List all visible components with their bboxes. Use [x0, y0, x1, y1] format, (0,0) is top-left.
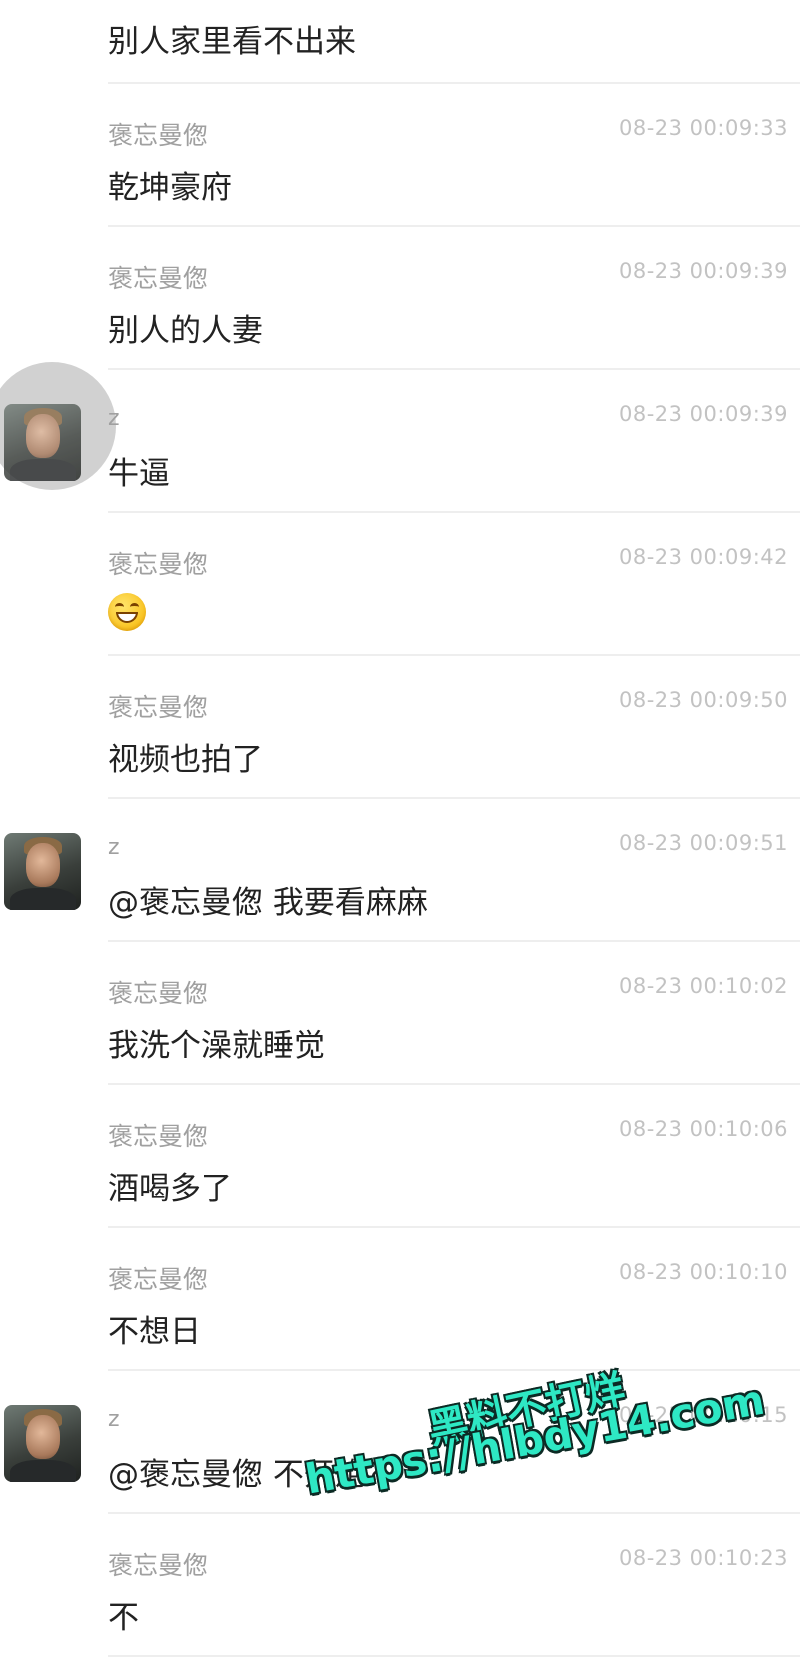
message-item[interactable]: 褒忘曼偬 08-23 00:09:33 乾坤豪府: [0, 84, 800, 227]
message-text: @褒忘曼偬 我要看麻麻: [108, 885, 428, 921]
sender-name: 褒忘曼偬: [108, 979, 209, 1008]
message-item[interactable]: 褒忘曼偬 08-23 00:09:50 视频也拍了: [0, 656, 800, 799]
sender-name: z: [108, 1407, 120, 1432]
sender-name: z: [108, 406, 120, 431]
sender-name: 褒忘曼偬: [108, 264, 209, 293]
message-item[interactable]: 褒忘曼偬 08-23 00:10:06 酒喝多了: [0, 1085, 800, 1228]
sender-name: z: [108, 835, 120, 860]
sender-name: 褒忘曼偬: [108, 693, 209, 722]
sender-name: 褒忘曼偬: [108, 550, 209, 579]
message-timestamp: 08-23 00:09:50: [618, 688, 788, 712]
message-item[interactable]: 褒忘曼偬 08-23 00:10:23 不: [0, 1514, 800, 1657]
chat-message-list[interactable]: 别人家里看不出来 褒忘曼偬 08-23 00:09:33 乾坤豪府 褒忘曼偬 0…: [0, 0, 800, 1659]
message-timestamp: 08-23 00:10:02: [618, 974, 788, 998]
message-item[interactable]: 褒忘曼偬 08-23 00:09:39 别人的人妻: [0, 227, 800, 370]
message-text: 别人的人妻: [108, 313, 263, 349]
message-text: 牛逼: [108, 456, 170, 492]
message-timestamp: 08-23 00:09:39: [618, 402, 788, 426]
message-text: 不: [108, 1600, 139, 1636]
avatar[interactable]: [4, 833, 81, 910]
message-item[interactable]: z 08-23 00:10:15 @褒忘曼偬 不开炮?: [0, 1371, 800, 1514]
sender-name: 褒忘曼偬: [108, 1265, 209, 1294]
sender-name: 褒忘曼偬: [108, 1551, 209, 1580]
message-text: 别人家里看不出来: [108, 24, 356, 60]
avatar[interactable]: [4, 1405, 81, 1482]
message-timestamp: 08-23 00:10:06: [618, 1117, 788, 1141]
message-timestamp: 08-23 00:10:23: [618, 1546, 788, 1570]
message-divider: [108, 1655, 800, 1657]
avatar[interactable]: [4, 404, 81, 481]
sender-name: 褒忘曼偬: [108, 1122, 209, 1151]
message-timestamp: 08-23 00:09:33: [618, 116, 788, 140]
message-item[interactable]: 别人家里看不出来: [0, 0, 800, 84]
message-timestamp: 08-23 00:09:51: [618, 831, 788, 855]
message-item[interactable]: 褒忘曼偬 08-23 00:09:42: [0, 513, 800, 656]
message-text: 酒喝多了: [108, 1171, 232, 1207]
message-timestamp: 08-23 00:10:15: [618, 1403, 788, 1427]
message-item[interactable]: 褒忘曼偬 08-23 00:10:02 我洗个澡就睡觉: [0, 942, 800, 1085]
message-text: 视频也拍了: [108, 742, 263, 778]
message-item[interactable]: z 08-23 00:09:51 @褒忘曼偬 我要看麻麻: [0, 799, 800, 942]
message-text: 不想日: [108, 1314, 201, 1350]
grinning-face-emoji: [108, 593, 146, 631]
message-timestamp: 08-23 00:09:42: [618, 545, 788, 569]
message-timestamp: 08-23 00:09:39: [618, 259, 788, 283]
message-item[interactable]: z 08-23 00:09:39 牛逼: [0, 362, 800, 513]
message-text: 我洗个澡就睡觉: [108, 1028, 325, 1064]
message-text: @褒忘曼偬 不开炮?: [108, 1457, 383, 1493]
message-timestamp: 08-23 00:10:10: [618, 1260, 788, 1284]
message-text: 乾坤豪府: [108, 170, 232, 206]
message-item[interactable]: 褒忘曼偬 08-23 00:10:10 不想日: [0, 1228, 800, 1371]
sender-name: 褒忘曼偬: [108, 121, 209, 150]
